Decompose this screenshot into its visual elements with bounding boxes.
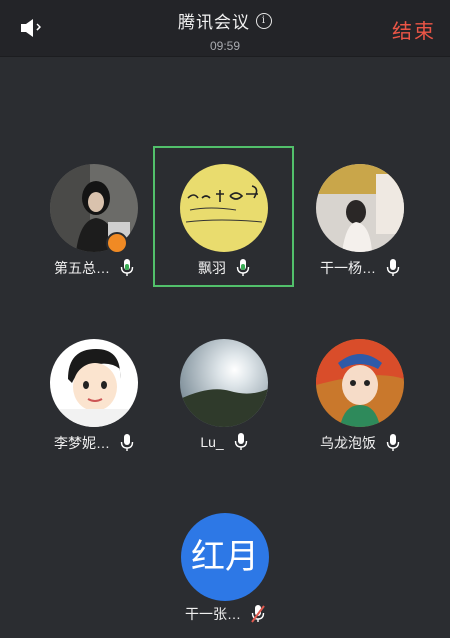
participant-tile[interactable]: 乌龙泡饭 [290,325,430,465]
self-name-row: 干一张… [0,604,450,624]
mic-muted-icon [251,605,265,623]
participant-name-row: 第五总… [24,258,164,278]
meeting-title: 腾讯会议 [178,13,250,32]
avatar [180,339,268,427]
participant-name-row: 乌龙泡饭 [290,433,430,453]
meeting-timer: 09:59 [209,39,241,53]
participant-tile[interactable]: 飘羽 [154,150,294,290]
participant-name: Lu_ [200,434,224,450]
host-badge-icon [106,232,128,254]
participant-name: 第五总… [54,260,110,276]
avatar [50,339,138,427]
mic-icon [386,259,400,276]
meeting-header: 腾讯会议 i 09:59 [0,8,450,53]
end-meeting-button[interactable]: 结束 [392,15,436,44]
self-name: 干一张… [185,606,241,622]
top-bar: 腾讯会议 i 09:59 结束 [0,0,450,57]
avatar [316,339,404,427]
mic-icon [120,434,134,451]
participant-tile[interactable]: 第五总… [24,150,164,290]
participant-name-row: 干一杨… [290,258,430,278]
participant-tile[interactable]: Lu_ [154,325,294,465]
self-avatar[interactable]: 红月 [181,513,269,601]
avatar [316,164,404,252]
mic-icon [386,434,400,451]
avatar [180,164,268,252]
participant-name: 乌龙泡饭 [320,435,376,451]
participant-name: 干一杨… [320,260,376,276]
info-icon[interactable]: i [256,12,272,29]
mic-icon [236,259,250,276]
participant-name-row: 李梦妮… [24,433,164,453]
meeting-title-row[interactable]: 腾讯会议 i [178,8,272,33]
participant-tile[interactable]: 李梦妮… [24,325,164,465]
participant-name-row: Lu_ [154,433,294,451]
mic-icon [234,433,247,450]
participant-tile[interactable]: 干一杨… [290,150,430,290]
mic-icon [120,259,134,276]
participant-name: 飘羽 [198,260,226,276]
participant-name: 李梦妮… [54,435,110,451]
participant-name-row: 飘羽 [154,258,294,278]
